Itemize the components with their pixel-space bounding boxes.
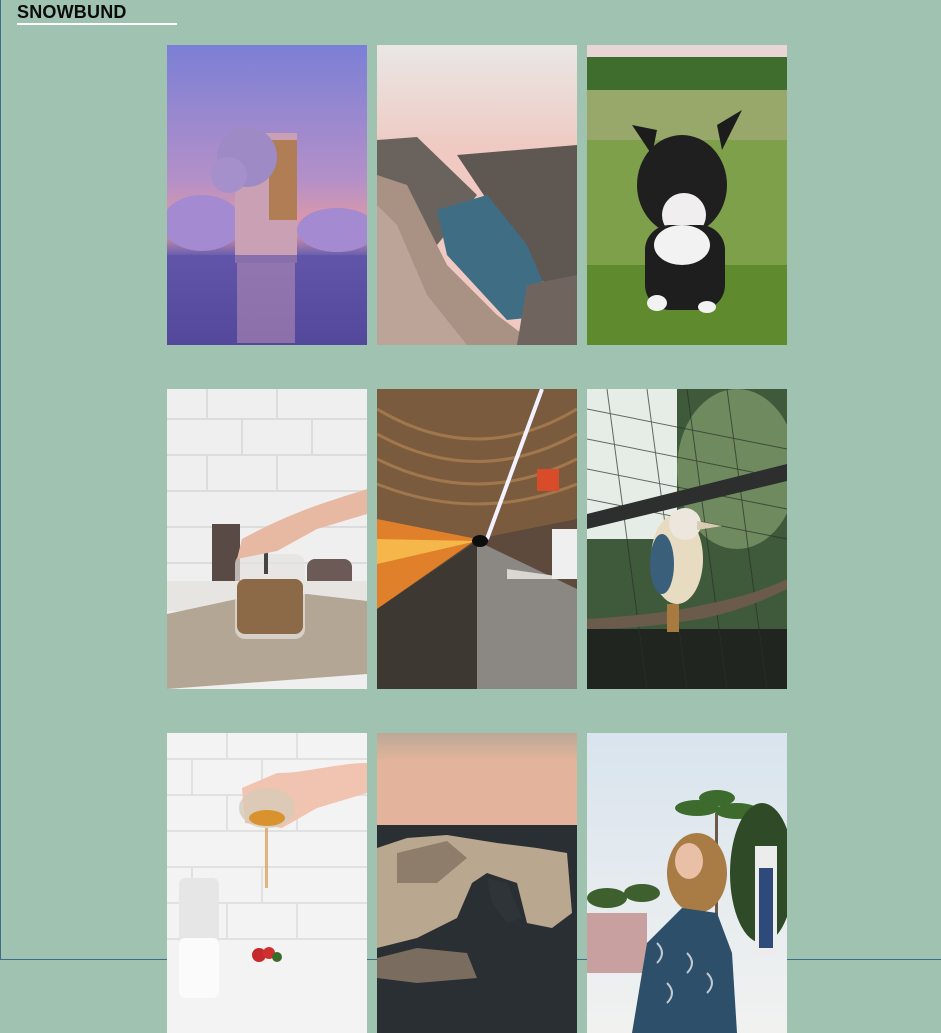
frame-border-left [0, 0, 1, 960]
photo-honey-glass-pour[interactable] [167, 733, 367, 1033]
photo-kookaburra-bird[interactable] [587, 389, 787, 689]
brand-logo-text[interactable]: SNOWBUND [17, 2, 127, 23]
photo-woman-palm-trees[interactable] [587, 733, 787, 1033]
photo-iced-coffee-glass[interactable] [167, 389, 367, 689]
photo-canyon-river[interactable] [377, 45, 577, 345]
photo-surreal-mirror-cloud[interactable] [167, 45, 367, 345]
brand-underline [17, 23, 177, 25]
photo-metro-station[interactable] [377, 389, 577, 689]
photo-boston-terrier[interactable] [587, 45, 787, 345]
photo-sea-rock-arch[interactable] [377, 733, 577, 1033]
